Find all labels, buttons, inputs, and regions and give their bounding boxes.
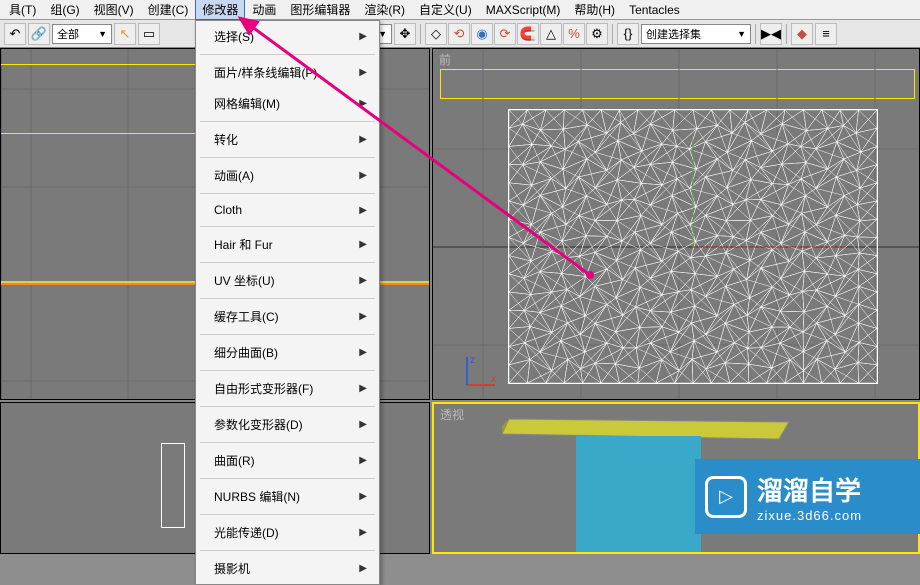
menu-item-parametric[interactable]: 参数化变形器(D)▶ — [196, 409, 379, 440]
menu-help[interactable]: 帮助(H) — [567, 0, 622, 20]
chevron-right-icon: ▶ — [359, 383, 367, 394]
menu-rendering[interactable]: 渲染(R) — [357, 0, 412, 20]
menu-item-subdivision[interactable]: 细分曲面(B)▶ — [196, 337, 379, 368]
scope-dropdown[interactable]: 全部 ▼ — [52, 24, 112, 44]
chevron-right-icon: ▶ — [359, 205, 367, 216]
menu-tentacles[interactable]: Tentacles — [622, 1, 687, 19]
menu-tools[interactable]: 具(T) — [2, 0, 43, 20]
viewport-top-right[interactable]: 前 x z — [432, 48, 920, 400]
menu-item-radiosity[interactable]: 光能传递(D)▶ — [196, 517, 379, 548]
chevron-down-icon: ▼ — [98, 29, 107, 39]
main-toolbar: ↶ 🔗 全部 ▼ ↖ ▭ 图 ▼ ✥ ◇ ⟲ ◉ ⟳ 🧲 △ % ⚙ {} 创建… — [0, 20, 920, 48]
chevron-right-icon: ▶ — [359, 455, 367, 466]
mirror-icon[interactable]: ▶◀ — [760, 23, 782, 45]
menu-customize[interactable]: 自定义(U) — [412, 0, 479, 20]
svg-text:z: z — [470, 355, 475, 366]
menu-modifiers[interactable]: 修改器 — [195, 0, 245, 20]
watermark-banner: ▷ 溜溜自学 zixue.3d66.com — [695, 459, 920, 534]
play-icon: ▷ — [705, 476, 747, 518]
chevron-right-icon: ▶ — [359, 239, 367, 250]
chevron-right-icon: ▶ — [359, 527, 367, 538]
chevron-right-icon: ▶ — [359, 98, 367, 109]
select-icon[interactable]: ↖ — [114, 23, 136, 45]
spinner-snap-icon[interactable]: ⟳ — [494, 23, 516, 45]
chevron-right-icon: ▶ — [359, 170, 367, 181]
chevron-right-icon: ▶ — [359, 275, 367, 286]
watermark-title: 溜溜自学 — [757, 471, 862, 508]
chevron-right-icon: ▶ — [359, 347, 367, 358]
layers-icon[interactable]: ≡ — [815, 23, 837, 45]
menu-item-ffd[interactable]: 自由形式变形器(F)▶ — [196, 373, 379, 404]
config-icon[interactable]: ⚙ — [586, 23, 608, 45]
modifiers-dropdown-menu: 选择(S)▶ 面片/样条线编辑(P)▶ 网格编辑(M)▶ 转化▶ 动画(A)▶ … — [195, 20, 380, 585]
link-icon[interactable]: 🔗 — [28, 23, 50, 45]
angle-snap-icon[interactable]: ⟲ — [448, 23, 470, 45]
viewport-label-front: 前 — [439, 51, 451, 68]
menu-item-convert[interactable]: 转化▶ — [196, 124, 379, 155]
named-sets-icon[interactable]: {} — [617, 23, 639, 45]
chevron-right-icon: ▶ — [359, 419, 367, 430]
menu-item-cloth[interactable]: Cloth▶ — [196, 196, 379, 224]
snap-toggle-icon[interactable]: ◇ — [425, 23, 447, 45]
menu-item-hair-fur[interactable]: Hair 和 Fur▶ — [196, 229, 379, 260]
menu-item-mesh-edit[interactable]: 网格编辑(M)▶ — [196, 88, 379, 119]
chevron-right-icon: ▶ — [359, 67, 367, 78]
svg-text:x: x — [491, 374, 496, 385]
menu-item-nurbs[interactable]: NURBS 编辑(N)▶ — [196, 481, 379, 512]
menu-item-animation[interactable]: 动画(A)▶ — [196, 160, 379, 191]
axis-gizmo: x z — [463, 353, 499, 389]
menu-view[interactable]: 视图(V) — [87, 0, 141, 20]
angle-icon[interactable]: △ — [540, 23, 562, 45]
watermark-url: zixue.3d66.com — [757, 508, 862, 523]
menu-item-cameras[interactable]: 摄影机▶ — [196, 553, 379, 584]
chevron-right-icon: ▶ — [359, 311, 367, 322]
chevron-right-icon: ▶ — [359, 491, 367, 502]
menu-create[interactable]: 创建(C) — [141, 0, 196, 20]
menu-group[interactable]: 组(G) — [43, 0, 86, 20]
menu-item-patch-spline[interactable]: 面片/样条线编辑(P)▶ — [196, 57, 379, 88]
move-icon[interactable]: ✥ — [394, 23, 416, 45]
menu-item-cache[interactable]: 缓存工具(C)▶ — [196, 301, 379, 332]
menu-item-selection[interactable]: 选择(S)▶ — [196, 21, 379, 52]
selection-set-label: 创建选择集 — [646, 26, 701, 42]
chevron-right-icon: ▶ — [359, 563, 367, 574]
menu-item-uv[interactable]: UV 坐标(U)▶ — [196, 265, 379, 296]
chevron-right-icon: ▶ — [359, 134, 367, 145]
menu-maxscript[interactable]: MAXScript(M) — [479, 1, 568, 19]
percent-icon[interactable]: % — [563, 23, 585, 45]
selection-rect — [0, 64, 211, 134]
selection-set-dropdown[interactable]: 创建选择集 ▼ — [641, 24, 751, 44]
mesh-wireframe — [508, 109, 878, 384]
menu-graph-editors[interactable]: 图形编辑器 — [283, 0, 357, 20]
menu-bar: 具(T) 组(G) 视图(V) 创建(C) 修改器 动画 图形编辑器 渲染(R)… — [0, 0, 920, 20]
select-region-icon[interactable]: ▭ — [138, 23, 160, 45]
align-icon[interactable]: ◆ — [791, 23, 813, 45]
undo-icon[interactable]: ↶ — [4, 23, 26, 45]
magnet-icon[interactable]: 🧲 — [517, 23, 539, 45]
chevron-right-icon: ▶ — [359, 31, 367, 42]
menu-item-surface[interactable]: 曲面(R)▶ — [196, 445, 379, 476]
chevron-down-icon: ▼ — [737, 29, 746, 39]
percent-snap-icon[interactable]: ◉ — [471, 23, 493, 45]
object-outline — [161, 443, 185, 528]
scope-label: 全部 — [57, 26, 79, 42]
menu-animation[interactable]: 动画 — [245, 0, 283, 20]
